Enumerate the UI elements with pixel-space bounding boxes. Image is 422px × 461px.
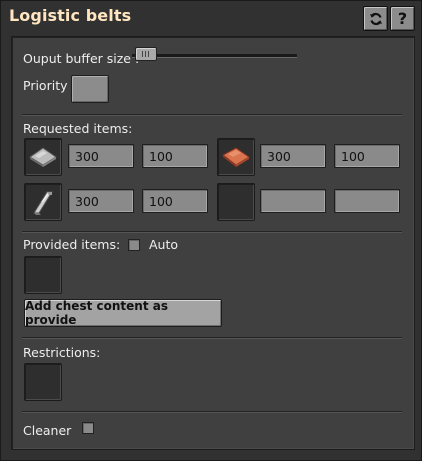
requested-amount-field-4[interactable] — [260, 189, 326, 213]
refresh-icon — [369, 12, 382, 25]
window-title: Logistic belts — [9, 6, 132, 25]
requested-min-field-3[interactable]: 100 — [142, 189, 208, 213]
requested-min-field-4[interactable] — [334, 189, 400, 213]
requested-min-field-2[interactable]: 100 — [334, 144, 400, 168]
provided-items-label: Provided items: — [23, 237, 121, 252]
output-buffer-slider-thumb[interactable] — [135, 47, 157, 61]
requested-amount-field-1[interactable]: 300 — [68, 144, 134, 168]
requested-slot-2[interactable] — [217, 138, 255, 176]
separator — [22, 114, 402, 116]
cleaner-checkbox[interactable] — [82, 422, 94, 434]
requested-min-field-1[interactable]: 100 — [142, 144, 208, 168]
auto-label: Auto — [149, 237, 179, 252]
priority-label: Priority — [23, 78, 68, 93]
requested-items-label: Requested items: — [23, 121, 133, 136]
separator — [22, 231, 402, 233]
logistic-belts-window: Logistic belts ? Ouput buffer size : Pri… — [0, 0, 422, 461]
separator — [22, 411, 402, 413]
iron-plate-icon — [29, 147, 57, 167]
output-buffer-label: Ouput buffer size : — [23, 51, 140, 66]
cleaner-label: Cleaner — [23, 423, 72, 438]
restriction-slot-1[interactable] — [24, 363, 62, 401]
add-chest-content-button[interactable]: Add chest content as provide — [24, 299, 222, 327]
requested-slot-3[interactable] — [24, 183, 62, 221]
requested-slot-1[interactable] — [24, 138, 62, 176]
steel-plate-icon — [33, 191, 53, 215]
restrictions-label: Restrictions: — [23, 345, 101, 360]
requested-amount-field-3[interactable]: 300 — [68, 189, 134, 213]
auto-checkbox[interactable] — [128, 239, 140, 251]
help-button-label: ? — [397, 9, 408, 28]
separator — [22, 337, 402, 339]
requested-amount-field-2[interactable]: 300 — [260, 144, 326, 168]
copper-plate-icon — [222, 147, 250, 167]
priority-button[interactable] — [71, 75, 109, 103]
help-button[interactable]: ? — [390, 6, 415, 31]
requested-slot-4[interactable] — [217, 183, 255, 221]
provided-slot-1[interactable] — [24, 256, 62, 294]
settings-panel: Ouput buffer size : Priority Requested i… — [11, 36, 415, 450]
refresh-button[interactable] — [363, 6, 388, 31]
